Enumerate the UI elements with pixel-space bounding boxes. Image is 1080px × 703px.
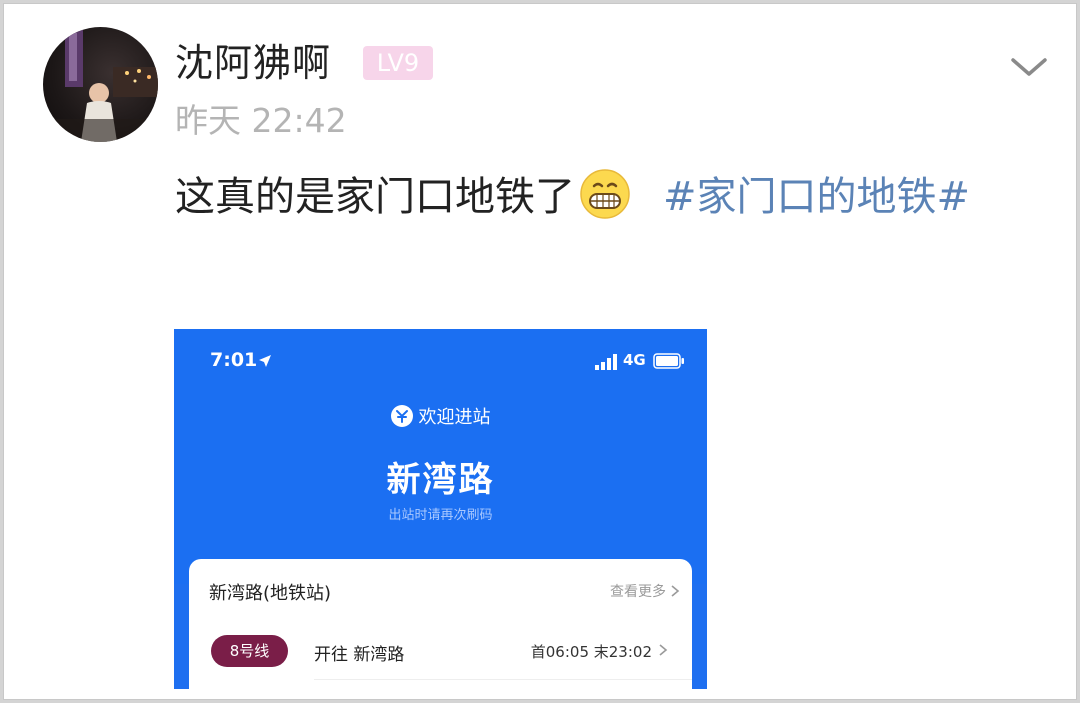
line-badge: 8号线 bbox=[211, 635, 288, 667]
view-more-link[interactable]: 查看更多 bbox=[610, 581, 666, 601]
chevron-down-icon[interactable] bbox=[1009, 52, 1049, 82]
signal-icon bbox=[595, 354, 617, 370]
divider bbox=[314, 679, 692, 680]
welcome-text: 欢迎进站 bbox=[418, 407, 491, 428]
avatar-photo bbox=[43, 27, 158, 142]
level-badge: LV9 bbox=[363, 46, 433, 80]
train-direction: 开往 新湾路 bbox=[314, 645, 405, 665]
metro-logo-icon bbox=[390, 405, 413, 427]
battery-icon bbox=[653, 353, 684, 369]
post-timestamp: 昨天 22:42 bbox=[175, 101, 347, 140]
username[interactable]: 沈阿狒啊 bbox=[175, 37, 331, 89]
location-arrow-icon bbox=[259, 355, 271, 367]
welcome-label: 欢迎进站 bbox=[174, 403, 707, 429]
chevron-right-icon bbox=[659, 644, 668, 656]
avatar[interactable] bbox=[43, 27, 158, 142]
station-info-card: 新湾路(地铁站) 查看更多 8号线 开往 新湾路 首06:05 末23:02 bbox=[189, 559, 692, 689]
hashtag-link[interactable]: #家门口的地铁# bbox=[663, 174, 970, 220]
exit-hint: 出站时请再次刷码 bbox=[388, 508, 493, 523]
attached-image[interactable]: 7:01 4G 欢迎进站 新湾路 出站时请再次刷码 新湾路(地铁站) 查看更多 … bbox=[174, 329, 707, 689]
status-bar-time: 7:01 bbox=[210, 349, 258, 371]
card-title: 新湾路(地铁站) bbox=[209, 583, 332, 604]
grinning-face-emoji-icon bbox=[580, 169, 630, 219]
train-schedule: 首06:05 末23:02 bbox=[530, 643, 652, 661]
chevron-right-icon bbox=[671, 585, 680, 597]
post-card: 沈阿狒啊 LV9 昨天 22:42 这真的是家门口地铁了 #家门口的地铁# 7:… bbox=[3, 3, 1077, 700]
network-type: 4G bbox=[623, 351, 646, 369]
post-body: 这真的是家门口地铁了 bbox=[175, 174, 575, 220]
station-name: 新湾路 bbox=[386, 460, 495, 500]
post-text: 这真的是家门口地铁了 #家门口的地铁# bbox=[175, 166, 1055, 228]
